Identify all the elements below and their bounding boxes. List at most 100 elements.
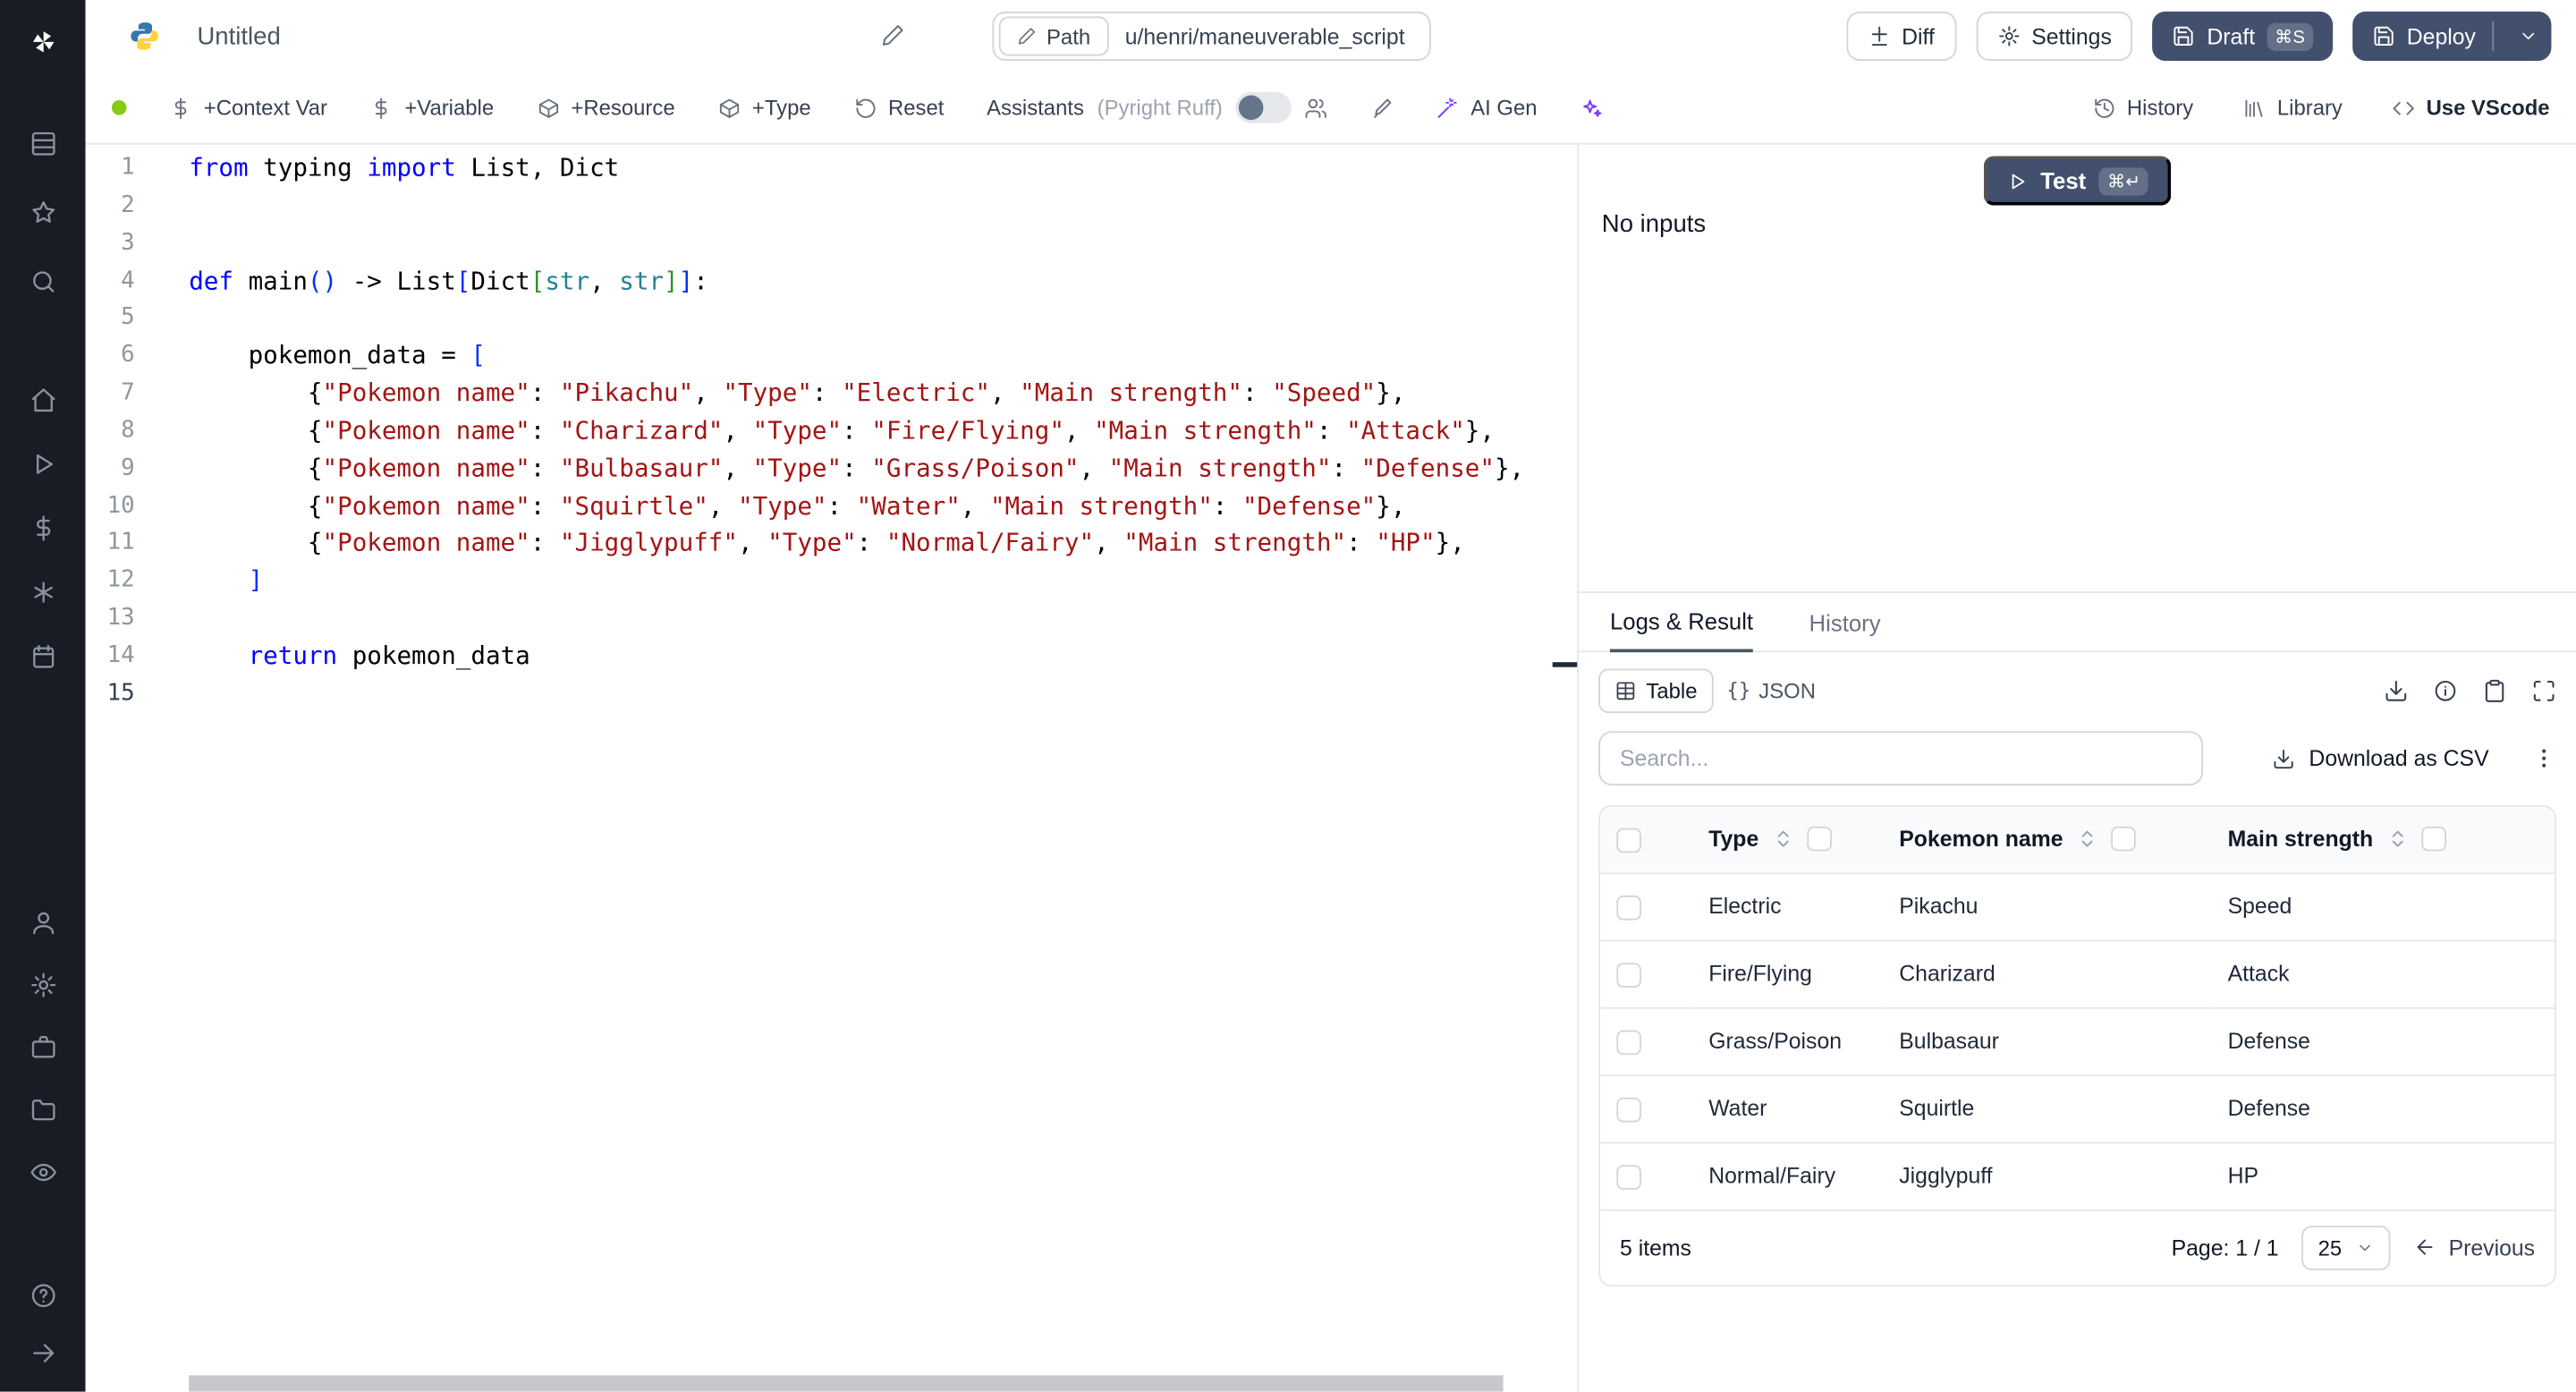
tab-logs-result[interactable]: Logs & Result xyxy=(1609,593,1754,653)
reset-rotate-icon xyxy=(855,98,875,117)
code-line: {"Pokemon name": "Squirtle", "Type": "Wa… xyxy=(189,490,1406,521)
line-number: 5 xyxy=(121,304,135,331)
table-cell: Defense xyxy=(2211,1074,2555,1143)
variables-icon[interactable] xyxy=(21,506,64,549)
line-number: 2 xyxy=(121,191,135,218)
line-number: 7 xyxy=(121,379,135,406)
expand-fullscreen-icon[interactable] xyxy=(2531,678,2556,703)
history-label: History xyxy=(2126,95,2194,121)
select-all-checkbox[interactable] xyxy=(1616,828,1641,853)
library-button[interactable]: Library xyxy=(2242,96,2343,120)
multiplayer-users-icon[interactable] xyxy=(1305,96,1328,119)
table-cell: Water xyxy=(1691,1074,1883,1143)
settings-button[interactable]: Settings xyxy=(1975,11,2133,61)
audit-eye-icon[interactable] xyxy=(21,1150,64,1193)
select-all-header xyxy=(1599,806,1692,875)
topbar-actions: Diff Settings Draft ⌘S Deploy xyxy=(1845,11,2552,61)
format-code-button[interactable] xyxy=(1370,96,1394,119)
path-button[interactable]: Path xyxy=(998,16,1109,56)
folders-icon[interactable] xyxy=(21,1088,64,1131)
edit-title-pencil-icon[interactable] xyxy=(880,23,905,48)
schedules-icon[interactable] xyxy=(21,634,64,677)
view-json-button[interactable]: {} JSON xyxy=(1714,669,1829,710)
settings-gear-icon[interactable] xyxy=(21,963,64,1006)
code-editor[interactable]: 1 2 3 4 5 6 7 8 9 10 11 12 13 14 15 from typing import… xyxy=(85,144,1553,1392)
reset-button[interactable]: Reset xyxy=(853,96,944,120)
add-type-button[interactable]: +Type xyxy=(717,96,811,120)
home-icon[interactable] xyxy=(21,378,64,420)
add-resource-button[interactable]: +Resource xyxy=(537,96,675,120)
draft-button[interactable]: Draft ⌘S xyxy=(2152,11,2334,61)
sort-icon[interactable] xyxy=(1772,829,1793,851)
column-header[interactable]: Type xyxy=(1691,806,1883,875)
workers-icon[interactable] xyxy=(21,1025,64,1068)
sort-icon[interactable] xyxy=(2076,829,2097,851)
right-panel: Test ⌘↵ No inputs Logs & Result History … xyxy=(1579,144,2576,1392)
grid-icon[interactable] xyxy=(21,122,64,165)
line-number: 12 xyxy=(106,567,135,594)
test-shortcut: ⌘↵ xyxy=(2098,166,2149,195)
table-cell: Squirtle xyxy=(1882,1074,2212,1143)
search-input[interactable] xyxy=(1598,731,2204,785)
pencil-icon xyxy=(1018,28,1036,45)
download-csv-button[interactable]: Download as CSV xyxy=(2273,745,2489,771)
assistants-group: Assistants (Pyright Ruff) xyxy=(987,91,1328,123)
row-checkbox[interactable] xyxy=(1616,1164,1641,1190)
deploy-button[interactable]: Deploy xyxy=(2352,11,2552,61)
row-checkbox[interactable] xyxy=(1616,1030,1641,1055)
line-number: 14 xyxy=(106,642,135,669)
windmill-logo-icon[interactable] xyxy=(21,20,64,63)
page-size-select[interactable]: 25 xyxy=(2301,1225,2392,1270)
deploy-label: Deploy xyxy=(2406,23,2476,49)
expand-sidebar-icon[interactable] xyxy=(21,1331,64,1374)
column-filter-checkbox[interactable] xyxy=(2420,827,2446,853)
runs-icon[interactable] xyxy=(21,442,64,485)
add-variable-button[interactable]: +Variable xyxy=(370,96,494,120)
ai-gen-button[interactable]: AI Gen xyxy=(1436,96,1538,120)
previous-page-button[interactable]: Previous xyxy=(2414,1235,2535,1260)
line-number: 15 xyxy=(106,680,135,707)
user-icon[interactable] xyxy=(21,901,64,944)
tab-history[interactable]: History xyxy=(1809,593,1881,650)
help-icon[interactable] xyxy=(21,1273,64,1316)
view-table-button[interactable]: Table xyxy=(1598,667,1714,713)
code-line: {"Pokemon name": "Jigglypuff", "Type": "… xyxy=(189,528,1465,558)
column-header[interactable]: Pokemon name xyxy=(1882,806,2212,875)
table-cell: Normal/Fairy xyxy=(1691,1142,1883,1210)
sort-icon[interactable] xyxy=(2386,829,2408,851)
no-inputs-label: No inputs xyxy=(1601,210,1707,239)
package-icon xyxy=(538,98,558,117)
search-icon[interactable] xyxy=(21,259,64,302)
info-icon[interactable] xyxy=(2433,678,2458,703)
editor-code[interactable]: from typing import List, Dict def main()… xyxy=(189,149,1524,712)
editor-horizontal-scrollbar[interactable] xyxy=(189,1375,1504,1392)
page-indicator: Page: 1 / 1 xyxy=(2171,1235,2279,1260)
code-line: pokemon_data = [ xyxy=(189,340,486,370)
star-icon[interactable] xyxy=(21,191,64,233)
column-header[interactable]: Main strength xyxy=(2211,806,2555,875)
row-checkbox[interactable] xyxy=(1616,962,1641,988)
download-icon xyxy=(2275,749,2294,768)
kebab-menu-icon[interactable] xyxy=(2531,746,2556,771)
ai-sparkles-button[interactable] xyxy=(1580,96,1603,119)
download-icon[interactable] xyxy=(2384,678,2409,703)
column-filter-checkbox[interactable] xyxy=(1806,827,1832,853)
use-vscode-button[interactable]: Use VScode xyxy=(2392,96,2550,120)
row-checkbox[interactable] xyxy=(1616,1097,1641,1122)
clipboard-copy-icon[interactable] xyxy=(2482,678,2507,703)
row-checkbox[interactable] xyxy=(1616,895,1641,921)
column-filter-checkbox[interactable] xyxy=(2110,827,2136,853)
chevron-down-icon xyxy=(2360,1244,2371,1251)
table-row: Fire/Flying Charizard Attack xyxy=(1599,940,2555,1009)
diff-button[interactable]: Diff xyxy=(1845,11,1956,61)
assistants-toggle[interactable] xyxy=(1235,91,1292,123)
result-actions xyxy=(2384,678,2556,703)
download-csv-label: Download as CSV xyxy=(2309,745,2489,771)
deploy-dropdown[interactable] xyxy=(2505,26,2551,46)
history-button[interactable]: History xyxy=(2092,95,2194,121)
pane-splitter-handle[interactable] xyxy=(1552,662,1580,667)
resources-icon[interactable] xyxy=(21,570,64,613)
add-context-var-button[interactable]: +Context Var xyxy=(169,96,327,120)
test-button[interactable]: Test ⌘↵ xyxy=(1982,156,2173,206)
